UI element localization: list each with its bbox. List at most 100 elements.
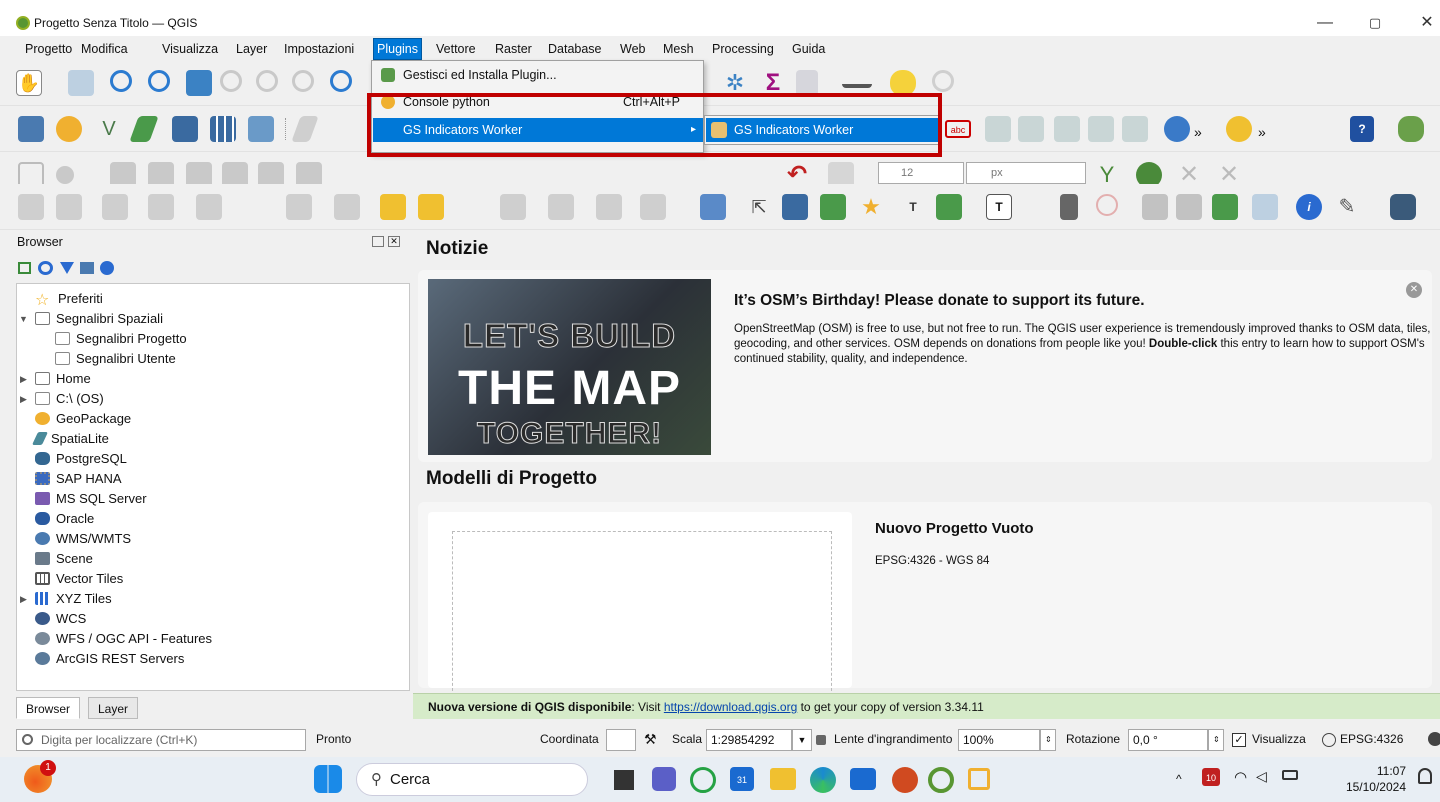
battery-icon[interactable] [1282,770,1298,780]
tree-item-wms-wmts[interactable]: WMS/WMTS [35,529,131,549]
magnifier-spinner[interactable]: ⇕ [1040,729,1056,751]
tools-wrench-icon[interactable]: ✎ [1334,194,1360,220]
toolbar-expand-1[interactable]: » [1194,124,1202,140]
toolbar-expand-2[interactable]: » [1258,124,1266,140]
zoom-to-selection-icon[interactable] [220,70,242,92]
taskbar-search[interactable]: ⚲ Cerca [356,763,588,796]
crs-button[interactable]: EPSG:4326 [1340,732,1403,746]
chevron-right-icon[interactable]: ▶ [20,594,27,605]
label-tool-3-icon[interactable] [1054,116,1080,142]
vertex-editor-icon[interactable] [1212,194,1238,220]
settings-gear-icon[interactable]: ✲ [722,70,748,96]
scale-select[interactable]: 1:29854292 [706,729,792,751]
menu-mesh[interactable]: Mesh [660,39,697,59]
add-point-icon[interactable] [56,166,74,184]
tree-item-geopackage[interactable]: GeoPackage [35,409,131,429]
select-tool-3-icon[interactable] [102,194,128,220]
measure-line-icon[interactable] [842,70,872,88]
rotate-label-icon[interactable] [1176,194,1202,220]
tree-item-segnalibri-utente[interactable]: Segnalibri Utente [55,349,176,369]
attribute-table-icon[interactable] [796,70,818,96]
widget-calendar-icon[interactable]: 10 [1202,768,1220,786]
chevron-down-icon[interactable]: ▼ [19,314,28,324]
info-icon[interactable]: i [1296,194,1322,220]
abc-tool-icon[interactable] [936,194,962,220]
select-features-icon[interactable] [286,194,312,220]
render-checkbox[interactable]: ✓ [1232,733,1246,747]
properties-info-icon[interactable] [100,261,114,275]
zoom-out-icon[interactable] [148,70,170,92]
tree-item-xyz-tiles[interactable]: XYZ Tiles [35,589,112,609]
chevron-right-icon[interactable]: ▶ [20,394,27,405]
label-tool-5-icon[interactable] [1122,116,1148,142]
whatsapp-icon[interactable] [690,767,716,793]
collapse-all-icon[interactable] [80,262,94,274]
data-source-manager-icon[interactable] [18,116,44,142]
rotation-spinner[interactable]: ⇕ [1208,729,1224,751]
magnifier-input[interactable]: 100% [958,729,1040,751]
close-panel-icon[interactable]: ✕ [388,236,400,247]
filter-icon[interactable] [60,262,74,274]
label-unit-select[interactable]: px [966,162,1086,184]
label-tool-1-icon[interactable] [985,116,1011,142]
menu-item-manage-plugins[interactable]: Gestisci ed Installa Plugin... [373,63,703,87]
add-raster-layer-icon[interactable] [172,116,198,142]
locator-search-input[interactable]: Digita per localizzare (Ctrl+K) [16,729,306,751]
minimize-button[interactable]: — [1310,10,1340,36]
menu-modifica[interactable]: Modifica [78,39,131,59]
restore-button[interactable]: ▢ [1360,10,1390,36]
tree-item-ms-sql-server[interactable]: MS SQL Server [35,489,147,509]
pan-to-selection-icon[interactable] [68,70,94,96]
database-icon[interactable] [1390,194,1416,220]
tree-item-home[interactable]: Home [35,369,91,389]
pointer-icon[interactable]: ⇱ [746,194,772,220]
quick-plugin-icon[interactable] [1398,116,1424,142]
statistics-sigma-icon[interactable]: Σ [760,70,786,96]
teams-icon[interactable] [652,767,676,791]
annotation-icon[interactable] [640,194,666,220]
menu-vettore[interactable]: Vettore [433,39,479,59]
outlook-icon[interactable] [850,768,876,790]
tree-item-segnalibri-progetto[interactable]: Segnalibri Progetto [55,329,187,349]
editing-icon[interactable] [548,194,574,220]
tab-layer[interactable]: Layer [88,697,139,719]
select-tool-2-icon[interactable] [56,194,82,220]
add-mesh-layer-icon[interactable] [210,116,236,142]
menu-processing[interactable]: Processing [709,39,777,59]
tree-item-sap-hana[interactable]: SAP HANA [35,469,122,489]
chevron-down-icon[interactable]: ▼ [792,729,812,751]
submenu-item-gs-indicators-worker[interactable]: GS Indicators Worker [706,118,938,142]
new-shapefile-icon[interactable] [291,116,319,142]
file-explorer-icon[interactable] [770,768,796,790]
coordinate-input[interactable] [606,729,636,751]
select-by-value-icon[interactable] [334,194,360,220]
menu-item-gs-indicators[interactable]: GS Indicators Worker ▸ [373,118,703,142]
tree-item-preferiti[interactable]: ☆ Preferiti [35,289,103,309]
add-polygon-icon[interactable] [782,194,808,220]
add-spatialite-icon[interactable] [129,116,159,142]
tree-item-drive-c[interactable]: C:\ (OS) [35,389,104,409]
coordinate-toggle-icon[interactable]: ⚒ [644,731,657,748]
menu-web[interactable]: Web [617,39,648,59]
add-selected-icon[interactable] [18,262,31,274]
edge-icon[interactable] [810,767,836,793]
python-console-icon[interactable] [1226,116,1252,142]
select-tool-5-icon[interactable] [196,194,222,220]
volume-icon[interactable]: ◁ [1256,768,1267,785]
chevron-up-icon[interactable]: ^ [1176,772,1182,786]
menu-progetto[interactable]: Progetto [22,39,75,59]
crosshair-icon[interactable] [1096,194,1118,216]
tree-item-vector-tiles[interactable]: Vector Tiles [35,569,123,589]
add-geopackage-icon[interactable] [56,116,82,142]
menu-item-python-console[interactable]: Console python Ctrl+Alt+P [373,90,703,114]
label-size-input[interactable]: 12 [878,162,964,184]
web-plugin-icon[interactable] [1164,116,1190,142]
powerpoint-icon[interactable] [892,767,918,793]
bell-icon[interactable] [1418,768,1432,784]
add-virtual-layer-icon[interactable] [248,116,274,142]
menu-visualizza[interactable]: Visualizza [159,39,221,59]
zoom-to-layer-icon[interactable] [256,70,278,92]
tab-browser[interactable]: Browser [16,697,81,719]
identify-icon[interactable] [932,70,954,92]
menu-database[interactable]: Database [545,39,605,59]
